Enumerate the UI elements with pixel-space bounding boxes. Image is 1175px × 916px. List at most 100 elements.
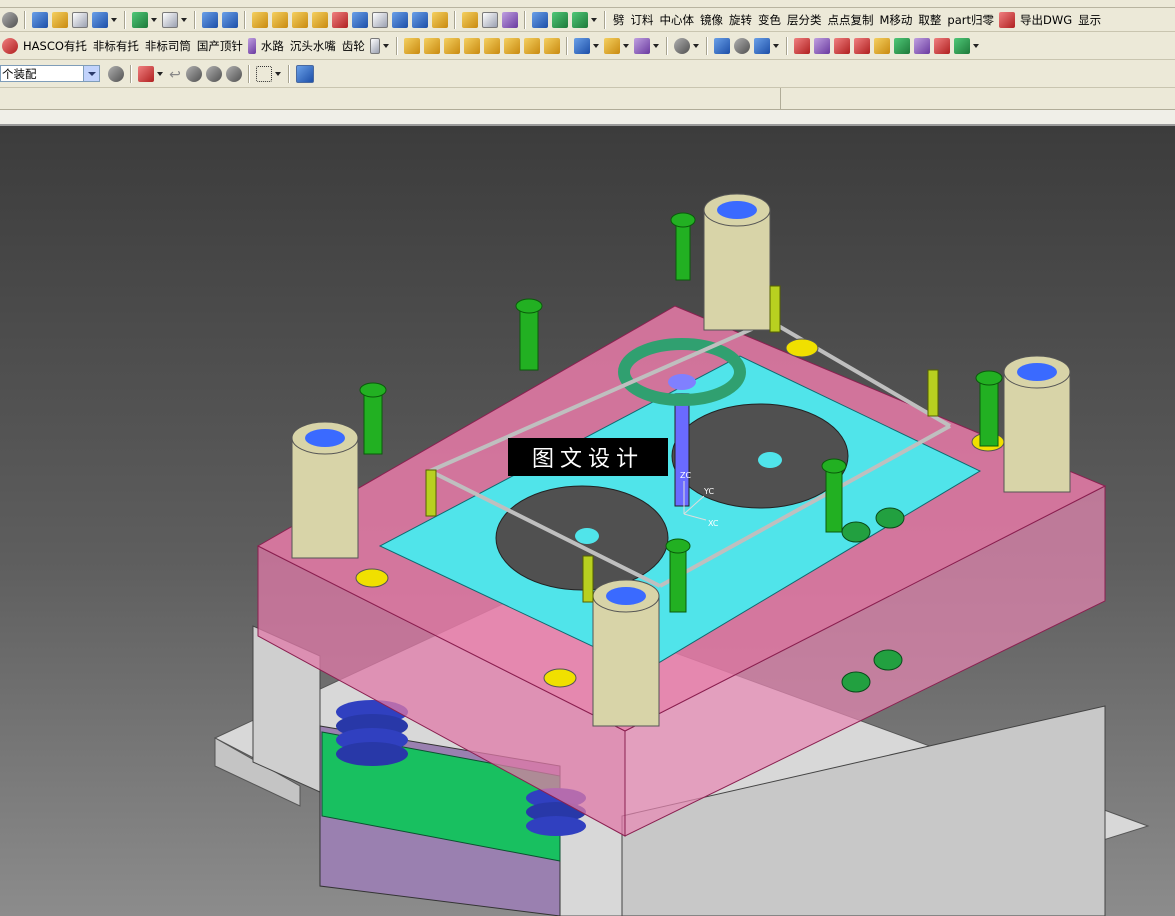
intersect-icon[interactable] <box>502 11 518 28</box>
extrude-icon[interactable] <box>332 11 348 28</box>
dropdown-arrow[interactable] <box>972 43 979 48</box>
measure-icon[interactable] <box>813 37 830 54</box>
dropdown-arrow[interactable] <box>181 17 187 22</box>
cmd-mirror[interactable]: 镜像 <box>700 12 723 28</box>
cmd-countersunk-nozzle[interactable]: 沉头水嘴 <box>290 38 336 54</box>
lifter-icon[interactable] <box>503 37 520 54</box>
cone-icon[interactable] <box>292 11 308 28</box>
pin-icon[interactable] <box>247 37 256 54</box>
dropdown-arrow[interactable] <box>652 43 659 48</box>
separator <box>395 36 398 55</box>
cmd-point-copy[interactable]: 点点复制 <box>828 12 874 28</box>
marquee-select-icon[interactable] <box>256 65 272 82</box>
analysis-icon[interactable] <box>793 37 810 54</box>
assembly-icon[interactable] <box>132 11 148 28</box>
revolve-icon[interactable] <box>352 11 368 28</box>
color-icon[interactable] <box>833 37 850 54</box>
insert-icon[interactable] <box>523 37 540 54</box>
route-icon[interactable] <box>52 11 68 28</box>
offset-face-icon[interactable] <box>572 11 588 28</box>
cmd-part-zero[interactable]: part归零 <box>947 12 994 28</box>
undo-icon[interactable]: ↩ <box>168 67 182 83</box>
cmd-export-dwg[interactable]: 导出DWG <box>1020 12 1072 28</box>
cmd-rotate[interactable]: 旋转 <box>729 12 752 28</box>
notes-icon[interactable] <box>873 37 890 54</box>
mold-tool-icon[interactable] <box>2 37 18 54</box>
cmd-round[interactable]: 取整 <box>918 12 941 28</box>
subtract-icon[interactable] <box>482 11 498 28</box>
cmd-hasco-support[interactable]: HASCO有托 <box>23 38 87 54</box>
check-icon[interactable] <box>953 37 970 54</box>
delete-icon[interactable] <box>933 37 950 54</box>
core-icon[interactable] <box>463 37 480 54</box>
view-icon[interactable] <box>72 11 88 28</box>
dropdown-arrow[interactable] <box>275 71 281 76</box>
flag-icon[interactable] <box>853 37 870 54</box>
slider-icon[interactable] <box>483 37 500 54</box>
cmd-move[interactable]: M移动 <box>880 12 913 28</box>
standard-part-icon[interactable] <box>403 37 420 54</box>
cmd-split[interactable]: 劈 <box>613 12 625 28</box>
cmd-center-body[interactable]: 中心体 <box>660 12 695 28</box>
cmd-change-color[interactable]: 变色 <box>758 12 781 28</box>
dropdown-arrow[interactable] <box>592 43 599 48</box>
snap-point-icon[interactable] <box>138 65 154 82</box>
cooling-icon[interactable] <box>573 37 590 54</box>
boss-icon[interactable] <box>392 11 408 28</box>
graphics-viewport[interactable]: ZC YC XC 图文设计 <box>0 126 1175 916</box>
eraser-icon[interactable] <box>186 65 202 82</box>
cmd-order-stock[interactable]: 订料 <box>631 12 654 28</box>
move-object-icon[interactable] <box>226 65 242 82</box>
ejector-icon[interactable] <box>423 37 440 54</box>
cmd-custom-support[interactable]: 非标有托 <box>93 38 139 54</box>
dropdown-arrow[interactable] <box>692 43 699 48</box>
filter-icon[interactable] <box>108 65 124 82</box>
dropdown-arrow[interactable] <box>591 17 597 22</box>
split-body-icon[interactable] <box>552 11 568 28</box>
plate-icon[interactable] <box>369 37 380 54</box>
electrode-icon[interactable] <box>543 37 560 54</box>
selection-filter-combo[interactable]: 个装配 <box>0 65 100 82</box>
hole-icon[interactable] <box>372 11 388 28</box>
transform-icon[interactable] <box>206 65 222 82</box>
section-icon[interactable] <box>753 37 770 54</box>
drawing-icon[interactable] <box>733 37 750 54</box>
wireframe-icon[interactable] <box>222 11 238 28</box>
cmd-gear[interactable]: 齿轮 <box>342 38 365 54</box>
pocket-tool-icon[interactable] <box>673 37 690 54</box>
dropdown-arrow[interactable] <box>382 43 389 48</box>
trim-body-icon[interactable] <box>532 11 548 28</box>
separator <box>124 10 126 29</box>
blank-page-icon[interactable] <box>162 11 178 28</box>
bom-icon[interactable] <box>713 37 730 54</box>
dropdown-arrow[interactable] <box>772 43 779 48</box>
dropdown-arrow[interactable] <box>151 17 157 22</box>
wcs-icon[interactable] <box>2 11 18 28</box>
sphere-icon[interactable] <box>312 11 328 28</box>
shade-icon[interactable] <box>202 11 218 28</box>
refresh-icon[interactable] <box>32 11 48 28</box>
separator <box>604 10 606 29</box>
orient-icon[interactable] <box>92 11 108 28</box>
pocket-icon[interactable] <box>412 11 428 28</box>
chevron-down-icon[interactable] <box>83 66 99 81</box>
cmd-waterline[interactable]: 水路 <box>261 38 284 54</box>
gate-icon[interactable] <box>603 37 620 54</box>
cmd-domestic-pin[interactable]: 国产顶针 <box>197 38 243 54</box>
dropdown-arrow[interactable] <box>157 71 163 76</box>
pattern-icon[interactable] <box>913 37 930 54</box>
cmd-custom-sleeve[interactable]: 非标司筒 <box>145 38 191 54</box>
cylinder-icon[interactable] <box>272 11 288 28</box>
cmd-display[interactable]: 显示 <box>1078 12 1101 28</box>
cavity-icon[interactable] <box>443 37 460 54</box>
export-dwg-icon <box>999 11 1016 28</box>
unite-icon[interactable] <box>462 11 478 28</box>
chart-icon[interactable] <box>893 37 910 54</box>
runner-icon[interactable] <box>633 37 650 54</box>
dropdown-arrow[interactable] <box>622 43 629 48</box>
block-icon[interactable] <box>252 11 268 28</box>
cmd-layer-classify[interactable]: 层分类 <box>787 12 822 28</box>
view-cube-icon[interactable] <box>296 64 314 83</box>
pad-icon[interactable] <box>432 11 448 28</box>
dropdown-arrow[interactable] <box>111 17 117 22</box>
